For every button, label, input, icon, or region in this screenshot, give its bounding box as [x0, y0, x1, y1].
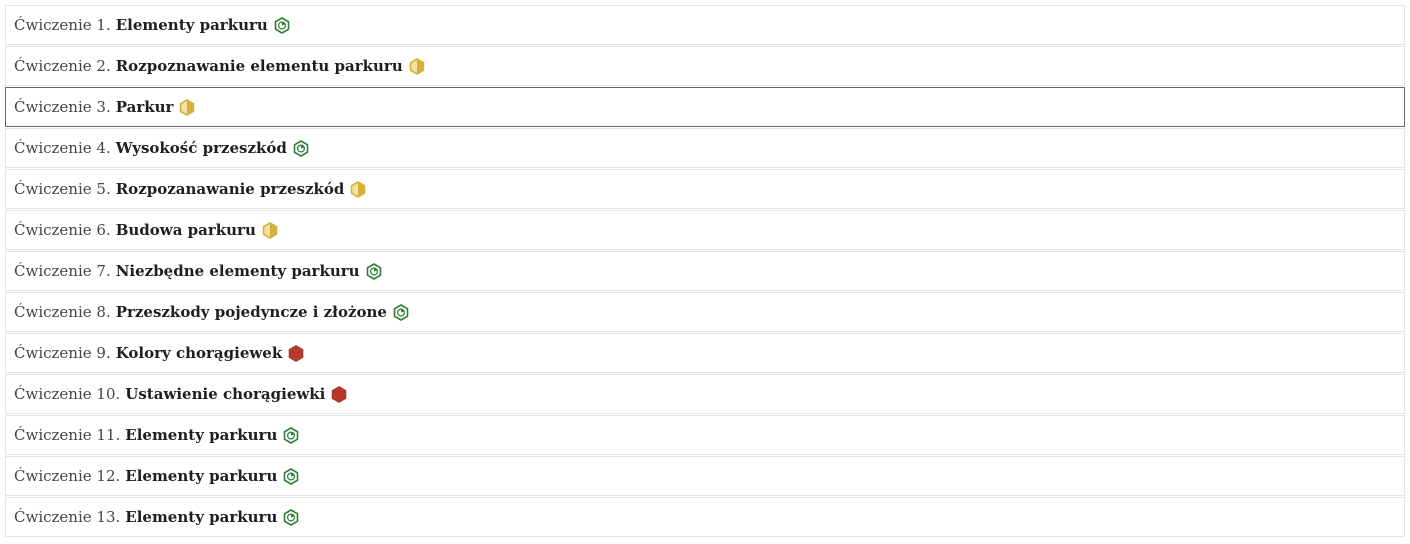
- exercise-title: Rozpoznawanie elementu parkuru: [115, 57, 403, 75]
- hexagon-half-yellow-icon: [262, 221, 278, 239]
- exercise-number: Ćwiczenie 13.: [14, 508, 121, 526]
- exercise-title: Przeszkody pojedyncze i złożone: [115, 303, 387, 321]
- exercise-number: Ćwiczenie 1.: [14, 16, 111, 34]
- exercise-title: Wysokość przeszkód: [115, 139, 287, 157]
- exercise-row-6[interactable]: Ćwiczenie 6. Budowa parkuru: [5, 210, 1405, 250]
- exercise-number: Ćwiczenie 6.: [14, 221, 111, 239]
- exercise-row-10[interactable]: Ćwiczenie 10. Ustawienie chorągiewki: [5, 374, 1405, 414]
- exercise-title: Elementy parkuru: [125, 426, 278, 444]
- hexagon-progress-green-icon: [293, 139, 309, 157]
- hexagon-progress-green-icon: [274, 16, 290, 34]
- hexagon-progress-green-icon: [283, 508, 299, 526]
- exercise-number: Ćwiczenie 3.: [14, 98, 111, 116]
- hexagon-progress-green-icon: [366, 262, 382, 280]
- hexagon-half-yellow-icon: [350, 180, 366, 198]
- exercise-number: Ćwiczenie 7.: [14, 262, 111, 280]
- exercise-title: Elementy parkuru: [125, 508, 278, 526]
- hexagon-half-yellow-icon: [409, 57, 425, 75]
- exercise-number: Ćwiczenie 12.: [14, 467, 121, 485]
- exercise-row-5[interactable]: Ćwiczenie 5. Rozpozanawanie przeszkód: [5, 169, 1405, 209]
- exercise-row-11[interactable]: Ćwiczenie 11. Elementy parkuru: [5, 415, 1405, 455]
- exercise-number: Ćwiczenie 4.: [14, 139, 111, 157]
- exercise-number: Ćwiczenie 11.: [14, 426, 121, 444]
- exercise-number: Ćwiczenie 8.: [14, 303, 111, 321]
- exercise-number: Ćwiczenie 9.: [14, 344, 111, 362]
- exercise-row-13[interactable]: Ćwiczenie 13. Elementy parkuru: [5, 497, 1405, 537]
- exercise-row-9[interactable]: Ćwiczenie 9. Kolory chorągiewek: [5, 333, 1405, 373]
- exercise-row-12[interactable]: Ćwiczenie 12. Elementy parkuru: [5, 456, 1405, 496]
- exercise-title: Parkur: [115, 98, 174, 116]
- exercise-row-8[interactable]: Ćwiczenie 8. Przeszkody pojedyncze i złoż…: [5, 292, 1405, 332]
- hexagon-filled-red-icon: [288, 344, 304, 362]
- exercise-row-2[interactable]: Ćwiczenie 2. Rozpoznawanie elementu parku…: [5, 46, 1405, 86]
- exercise-row-3[interactable]: Ćwiczenie 3. Parkur: [5, 87, 1405, 127]
- exercise-row-7[interactable]: Ćwiczenie 7. Niezbędne elementy parkuru: [5, 251, 1405, 291]
- exercise-number: Ćwiczenie 2.: [14, 57, 111, 75]
- exercise-row-4[interactable]: Ćwiczenie 4. Wysokość przeszkód: [5, 128, 1405, 168]
- exercise-title: Ustawienie chorągiewki: [125, 385, 326, 403]
- exercise-title: Niezbędne elementy parkuru: [115, 262, 360, 280]
- exercise-number: Ćwiczenie 5.: [14, 180, 111, 198]
- hexagon-progress-green-icon: [283, 426, 299, 444]
- exercise-row-1[interactable]: Ćwiczenie 1. Elementy parkuru: [5, 5, 1405, 45]
- hexagon-half-yellow-icon: [179, 98, 195, 116]
- exercise-title: Rozpozanawanie przeszkód: [115, 180, 345, 198]
- exercise-number: Ćwiczenie 10.: [14, 385, 121, 403]
- exercise-title: Elementy parkuru: [115, 16, 268, 34]
- exercise-title: Budowa parkuru: [115, 221, 256, 239]
- hexagon-progress-green-icon: [393, 303, 409, 321]
- exercise-title: Elementy parkuru: [125, 467, 278, 485]
- exercise-list: Ćwiczenie 1. Elementy parkuru Ćwiczenie 2…: [5, 5, 1405, 538]
- exercise-title: Kolory chorągiewek: [115, 344, 283, 362]
- hexagon-filled-red-icon: [331, 385, 347, 403]
- hexagon-progress-green-icon: [283, 467, 299, 485]
